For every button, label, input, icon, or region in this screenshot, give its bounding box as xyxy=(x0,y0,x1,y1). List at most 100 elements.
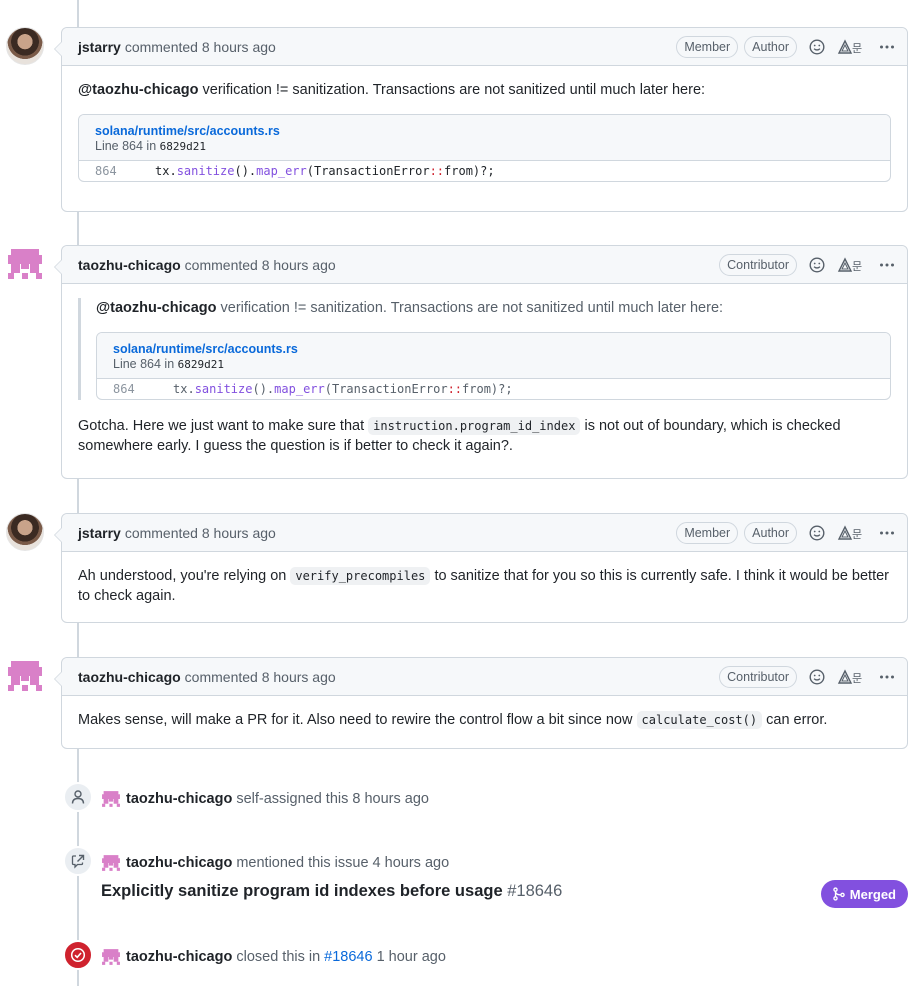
code-token: (TransactionError xyxy=(324,382,448,396)
comment-box: taozhu-chicago commented 8 hours ago Con… xyxy=(54,245,908,479)
comment-text-before: Gotcha. Here we just want to make sure t… xyxy=(78,418,365,434)
line-number: 864 xyxy=(113,382,135,396)
comment-author[interactable]: taozhu-chicago xyxy=(78,257,181,273)
event-description-before: closed this in xyxy=(236,949,321,965)
code-token-path-sep: :: xyxy=(429,164,445,178)
comment-verb: commented xyxy=(124,38,198,55)
closing-pr-link[interactable]: #18646 xyxy=(324,949,372,965)
comment-box: jstarry commented 8 hours ago Member Aut… xyxy=(54,27,908,212)
comment-header: jstarry commented 8 hours ago Member Aut… xyxy=(62,514,907,552)
kebab-menu-icon[interactable] xyxy=(879,257,895,273)
quote-text: verification != sanitization. Transactio… xyxy=(220,300,724,316)
timeline-event-mentioned: taozhu-chicago mentioned this issue 4 ho… xyxy=(0,846,916,916)
issue-closed-icon xyxy=(63,940,93,970)
event-text: taozhu-chicago closed this in #18646 1 h… xyxy=(101,947,446,967)
kebab-menu-icon[interactable] xyxy=(879,669,895,685)
snippet-file-link[interactable]: solana/runtime/src/accounts.rs xyxy=(95,123,874,139)
code-token: (TransactionError xyxy=(306,164,430,178)
comment-author[interactable]: jstarry xyxy=(78,525,121,541)
comment-verb: commented xyxy=(124,524,198,541)
smiley-icon[interactable] xyxy=(809,256,825,273)
snippet-commit-sha[interactable]: 6829d21 xyxy=(178,358,224,371)
snippet-code-line: 864 tx.sanitize().map_err(TransactionErr… xyxy=(79,161,890,181)
code-token: (). xyxy=(252,382,275,396)
event-text: taozhu-chicago mentioned this issue 4 ho… xyxy=(101,853,449,873)
inline-code: calculate_cost() xyxy=(636,711,763,729)
svg-text:문: 문 xyxy=(852,260,862,273)
comment-body: Makes sense, will make a PR for it. Also… xyxy=(62,696,907,746)
comment-text: Gotcha. Here we just want to make sure t… xyxy=(78,416,891,456)
svg-text:문: 문 xyxy=(852,528,862,541)
comment-body: @taozhu-chicago verification != sanitiza… xyxy=(62,284,907,472)
comment-verb: commented xyxy=(184,668,258,685)
actor-avatar[interactable] xyxy=(101,789,121,809)
contributor-badge: Contributor xyxy=(719,665,797,688)
comment-author[interactable]: jstarry xyxy=(78,39,121,55)
comment-time[interactable]: 8 hours ago xyxy=(262,669,336,685)
contributor-badge: Contributor xyxy=(719,253,797,276)
kebab-menu-icon[interactable] xyxy=(879,39,895,55)
code-token-path-sep: :: xyxy=(447,382,463,396)
comment-text-after: can error. xyxy=(766,712,828,728)
snippet-line-prefix: Line 864 in xyxy=(113,357,175,371)
avatar[interactable] xyxy=(6,245,44,283)
code-snippet: solana/runtime/src/accounts.rs Line 864 … xyxy=(96,332,891,400)
actor-avatar[interactable] xyxy=(101,853,121,873)
snippet-line-info: Line 864 in 6829d21 xyxy=(113,357,874,372)
person-icon xyxy=(63,782,93,812)
kebab-menu-icon[interactable] xyxy=(879,525,895,541)
pr-number[interactable]: #18646 xyxy=(507,882,562,900)
copilot-translate-icon[interactable]: 문 xyxy=(837,524,863,541)
comment-time[interactable]: 8 hours ago xyxy=(202,39,276,55)
comment-author[interactable]: taozhu-chicago xyxy=(78,669,181,685)
code-token: tx. xyxy=(155,164,177,178)
copilot-translate-icon[interactable]: 문 xyxy=(837,256,863,273)
comment-header: taozhu-chicago commented 8 hours ago Con… xyxy=(62,658,907,696)
avatar[interactable] xyxy=(6,513,44,551)
comment-time[interactable]: 8 hours ago xyxy=(262,257,336,273)
copilot-translate-icon[interactable]: 문 xyxy=(837,668,863,685)
avatar[interactable] xyxy=(6,27,44,65)
smiley-icon[interactable] xyxy=(809,524,825,541)
copilot-translate-icon[interactable]: 문 xyxy=(837,38,863,55)
event-actor[interactable]: taozhu-chicago xyxy=(126,791,232,807)
smiley-icon[interactable] xyxy=(809,38,825,55)
event-actor[interactable]: taozhu-chicago xyxy=(126,949,232,965)
code-token-method: map_err xyxy=(256,164,307,178)
snippet-commit-sha[interactable]: 6829d21 xyxy=(160,140,206,153)
code-text: tx.sanitize().map_err(TransactionError::… xyxy=(155,161,495,181)
merged-badge: Merged xyxy=(820,880,908,908)
cross-reference-icon xyxy=(63,846,93,876)
user-mention[interactable]: @taozhu-chicago xyxy=(78,82,198,98)
timeline-event-assigned: taozhu-chicago self-assigned this 8 hour… xyxy=(0,782,916,816)
svg-text:문: 문 xyxy=(852,42,862,55)
timeline-event-closed: taozhu-chicago closed this in #18646 1 h… xyxy=(0,940,916,974)
event-actor[interactable]: taozhu-chicago xyxy=(126,855,232,871)
user-mention[interactable]: @taozhu-chicago xyxy=(96,300,216,316)
event-time[interactable]: 1 hour ago xyxy=(377,949,446,965)
code-token: from)?; xyxy=(462,382,513,396)
comment-header: jstarry commented 8 hours ago Member Aut… xyxy=(62,28,907,66)
snippet-line-info: Line 864 in 6829d21 xyxy=(95,139,874,154)
quoted-reply: @taozhu-chicago verification != sanitiza… xyxy=(78,298,891,400)
code-snippet: solana/runtime/src/accounts.rs Line 864 … xyxy=(78,114,891,182)
snippet-file-link[interactable]: solana/runtime/src/accounts.rs xyxy=(113,341,874,357)
actor-avatar[interactable] xyxy=(101,947,121,967)
comment-box: taozhu-chicago commented 8 hours ago Con… xyxy=(54,657,908,749)
svg-text:문: 문 xyxy=(852,672,862,685)
member-badge: Member xyxy=(676,521,739,544)
comment-time[interactable]: 8 hours ago xyxy=(202,525,276,541)
author-badge: Author xyxy=(744,35,797,58)
merged-label: Merged xyxy=(849,886,896,902)
pr-title[interactable]: Explicitly sanitize program id indexes b… xyxy=(101,882,503,900)
smiley-icon[interactable] xyxy=(809,668,825,685)
author-badge: Author xyxy=(744,521,797,544)
comment-text-before: Makes sense, will make a PR for it. Also… xyxy=(78,712,633,728)
inline-code: instruction.program_id_index xyxy=(368,417,581,435)
avatar[interactable] xyxy=(6,657,44,695)
inline-code: verify_precompiles xyxy=(290,567,431,585)
code-text: tx.sanitize().map_err(TransactionError::… xyxy=(173,379,513,399)
pr-link[interactable]: Explicitly sanitize program id indexes b… xyxy=(101,882,562,901)
code-token: (). xyxy=(234,164,257,178)
code-token-method: map_err xyxy=(274,382,325,396)
